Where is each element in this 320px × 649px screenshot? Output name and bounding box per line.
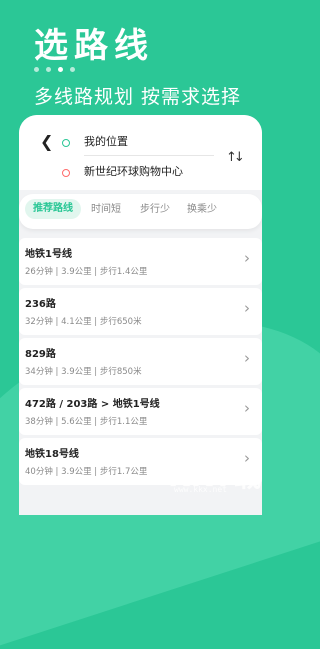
page-dot: [34, 67, 39, 72]
page-dot: [46, 67, 51, 72]
chevron-right-icon: ›: [244, 299, 250, 317]
watermark-url: www.kkx.net: [174, 485, 227, 494]
route-name: 472路 / 203路 > 地铁1号线: [25, 399, 160, 410]
route-name: 236路: [25, 299, 56, 310]
destination-dot-icon: [62, 169, 70, 177]
hero-title: 选路线: [34, 26, 154, 66]
tab-recommended[interactable]: 推荐路线: [25, 199, 81, 219]
divider: [84, 155, 214, 156]
destination-input[interactable]: 新世纪环球购物中心: [84, 165, 183, 179]
chevron-right-icon: ›: [244, 249, 250, 267]
route-name: 地铁18号线: [25, 449, 79, 460]
page-dot-active: [58, 67, 63, 72]
route-meta: 40分钟 | 3.9公里 | 步行1.7公里: [25, 467, 148, 477]
route-filter-tabs: 推荐路线 时间短 步行少 换乘少: [19, 194, 262, 229]
chevron-right-icon: ›: [244, 399, 250, 417]
origin-dot-icon: [62, 139, 70, 147]
page-indicator: [34, 67, 75, 72]
route-item[interactable]: 829路 34分钟 | 3.9公里 | 步行850米 ›: [19, 338, 262, 385]
route-name: 地铁1号线: [25, 249, 72, 260]
route-item[interactable]: 地铁1号线 26分钟 | 3.9公里 | 步行1.4公里 ›: [19, 238, 262, 285]
route-meta: 34分钟 | 3.9公里 | 步行850米: [25, 367, 142, 377]
tab-least-walking[interactable]: 步行少: [140, 203, 170, 217]
route-meta: 32分钟 | 4.1公里 | 步行650米: [25, 317, 142, 327]
origin-input[interactable]: 我的位置: [84, 135, 128, 149]
tab-fewest-transfers[interactable]: 换乘少: [187, 203, 217, 217]
page-dot: [70, 67, 75, 72]
route-name: 829路: [25, 349, 56, 360]
route-search-card: ❮ 我的位置 新世纪环球购物中心 ↑↓: [19, 115, 262, 190]
swap-vertical-icon[interactable]: ↑↓: [226, 150, 245, 165]
chevron-right-icon: ›: [244, 349, 250, 367]
route-meta: 26分钟 | 3.9公里 | 步行1.4公里: [25, 267, 148, 277]
arrow-left-icon[interactable]: ❮: [40, 134, 53, 150]
route-meta: 38分钟 | 5.6公里 | 步行1.1公里: [25, 417, 148, 427]
route-item[interactable]: 236路 32分钟 | 4.1公里 | 步行650米 ›: [19, 288, 262, 335]
site-watermark: KKT载 www.kkx.net: [168, 455, 281, 495]
route-item[interactable]: 472路 / 203路 > 地铁1号线 38分钟 | 5.6公里 | 步行1.1…: [19, 388, 262, 435]
hero-subtitle: 多线路规划 按需求选择: [34, 86, 242, 108]
tab-shortest-time[interactable]: 时间短: [91, 203, 121, 217]
